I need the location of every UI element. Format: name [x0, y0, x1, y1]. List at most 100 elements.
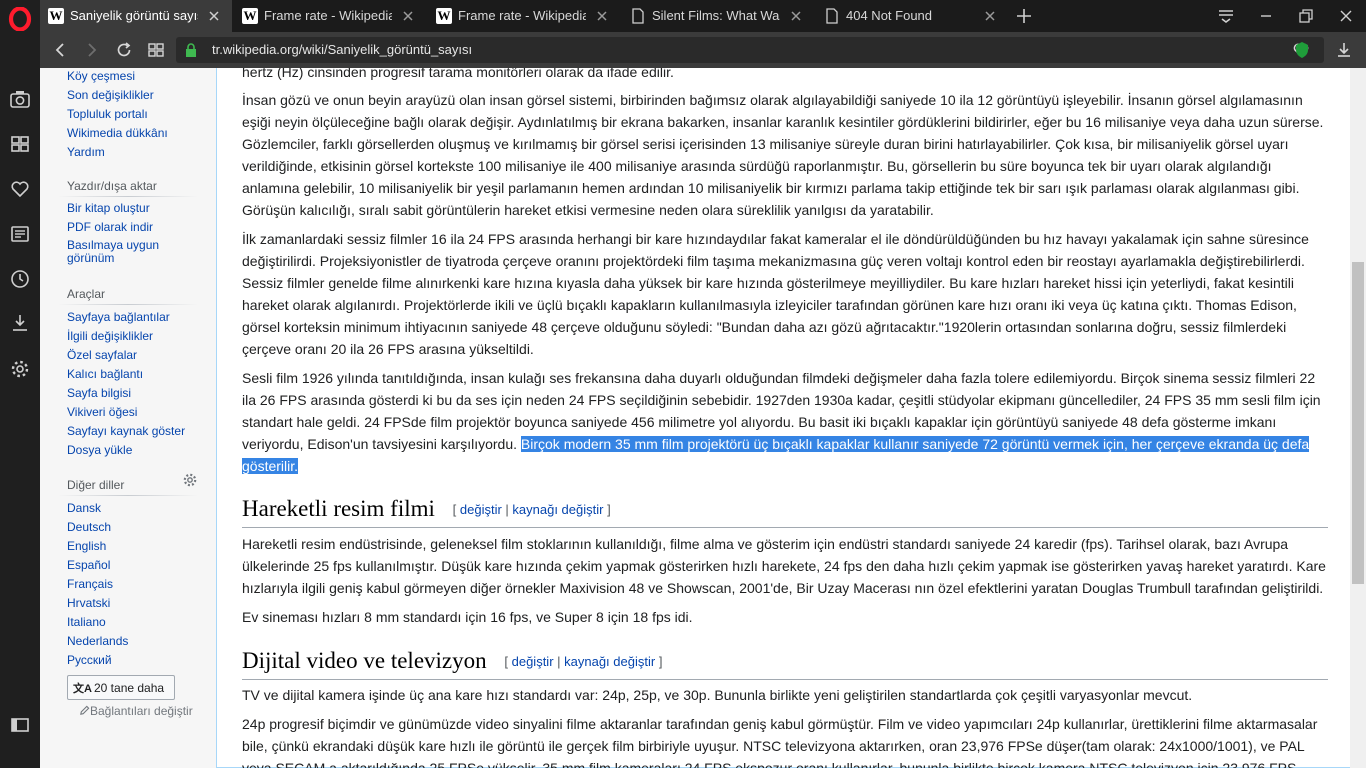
edit-link[interactable]: değiştir: [512, 654, 554, 669]
sidebar-link[interactable]: Son değişiklikler: [67, 88, 207, 107]
page-viewport: Köy çeşmesi Son değişiklikler Topluluk p…: [40, 68, 1366, 768]
opera-sidebar: [0, 0, 40, 768]
tab-404[interactable]: 404 Not Found: [816, 0, 1008, 32]
reload-icon[interactable]: [114, 40, 134, 60]
paragraph: 24p progresif biçimdir ve günümüzde vide…: [242, 716, 1318, 768]
document-favicon-icon: [632, 8, 644, 24]
language-link[interactable]: Italiano: [67, 615, 207, 634]
close-icon[interactable]: [594, 8, 610, 24]
sidebar-link[interactable]: PDF olarak indir: [67, 220, 187, 239]
downloads-icon[interactable]: [9, 312, 31, 334]
paragraph: TV ve dijital kamera işinde üç ana kare …: [242, 687, 1193, 703]
sidebar-link[interactable]: Wikimedia dükkânı: [67, 126, 207, 145]
history-clock-icon[interactable]: [9, 268, 31, 290]
minimize-icon[interactable]: [1256, 6, 1276, 26]
sidebar-link[interactable]: Sayfa bilgisi: [67, 386, 207, 405]
tabs-grid-icon[interactable]: [146, 40, 166, 60]
document-favicon-icon: [826, 8, 838, 24]
language-links: Dansk Deutsch English Español Français H…: [67, 501, 207, 672]
paragraph: İlk zamanlardaki sessiz filmler 16 ila 2…: [242, 231, 1309, 357]
tab-frame-rate-1[interactable]: W Frame rate - Wikipedia: [234, 0, 426, 32]
window-close-icon[interactable]: [1336, 6, 1356, 26]
close-icon[interactable]: [982, 8, 998, 24]
sidebar-link[interactable]: İlgili değişiklikler: [67, 329, 207, 348]
close-icon[interactable]: [788, 8, 804, 24]
divider: [58, 196, 198, 197]
language-link[interactable]: English: [67, 539, 207, 558]
address-toolbar: tr.wikipedia.org/wiki/Saniyelik_görüntü_…: [40, 32, 1366, 68]
sidebar-link[interactable]: Köy çeşmesi: [67, 69, 207, 88]
wikipedia-favicon-icon: W: [48, 8, 64, 24]
section-edit-links: [ değiştir | kaynağı değiştir ]: [504, 654, 663, 669]
language-link[interactable]: Dansk: [67, 501, 207, 520]
sidebar-link[interactable]: Dosya yükle: [67, 443, 207, 462]
address-bar[interactable]: tr.wikipedia.org/wiki/Saniyelik_görüntü_…: [176, 37, 1324, 63]
language-link[interactable]: Français: [67, 577, 207, 596]
more-languages-label: 20 tane daha: [94, 681, 165, 695]
sidebar-link[interactable]: Özel sayfalar: [67, 348, 207, 367]
print-heading: Yazdır/dışa aktar: [67, 179, 157, 193]
paragraph: hertz (Hz) cinsinden progresif tarama mo…: [242, 68, 674, 80]
tab-saniyelik[interactable]: W Saniyelik görüntü sayısı - Vikipedi: [40, 0, 232, 32]
page-scrollbar[interactable]: [1350, 68, 1366, 768]
language-link[interactable]: Español: [67, 558, 207, 577]
new-tab-plus-icon[interactable]: [1014, 6, 1034, 26]
sidebar-link[interactable]: Vikiveri öğesi: [67, 405, 207, 424]
back-icon[interactable]: [50, 40, 70, 60]
language-link[interactable]: Deutsch: [67, 520, 207, 539]
section-heading-film: Hareketli resim filmi [ değiştir | kayna…: [242, 494, 1328, 528]
edit-links[interactable]: Bağlantıları değiştir: [90, 704, 193, 718]
edit-source-link[interactable]: kaynağı değiştir: [564, 654, 655, 669]
sidebar-link[interactable]: Kalıcı bağlantı: [67, 367, 207, 386]
wikipedia-favicon-icon: W: [436, 8, 452, 24]
speed-dial-icon[interactable]: [9, 133, 31, 155]
forward-icon[interactable]: [82, 40, 102, 60]
edit-source-link[interactable]: kaynağı değiştir: [512, 502, 603, 517]
navigation-links: Köy çeşmesi Son değişiklikler Topluluk p…: [67, 69, 207, 164]
tab-title: Frame rate - Wikipedia: [458, 8, 586, 23]
tools-heading: Araçlar: [67, 287, 106, 301]
sidebar-link[interactable]: Basılmaya uygun görünüm: [67, 239, 187, 265]
news-icon[interactable]: [9, 223, 31, 245]
translate-icon: 文A: [73, 683, 92, 695]
heading-text: Dijital video ve televizyon: [242, 648, 487, 673]
wikipedia-favicon-icon: W: [242, 8, 258, 24]
sidebar-link[interactable]: Topluluk portalı: [67, 107, 207, 126]
language-link[interactable]: Nederlands: [67, 634, 207, 653]
close-icon[interactable]: [206, 8, 222, 24]
more-languages-button[interactable]: 文A 20 tane daha: [67, 675, 175, 700]
scrollbar-thumb[interactable]: [1352, 262, 1364, 584]
camera-icon[interactable]: [9, 88, 31, 110]
paragraph: Ev sineması hızları 8 mm standardı için …: [242, 609, 693, 625]
article-content: hertz (Hz) cinsinden progresif tarama mo…: [216, 68, 1350, 768]
tab-frame-rate-2[interactable]: W Frame rate - Wikipedia: [428, 0, 620, 32]
language-settings-gear-icon[interactable]: [182, 472, 198, 488]
close-icon[interactable]: [400, 8, 416, 24]
sidebar-link[interactable]: Yardım: [67, 145, 207, 164]
sidebar-link[interactable]: Sayfayı kaynak göster: [67, 424, 207, 443]
language-link[interactable]: Русский: [67, 653, 207, 672]
sidebar-toggle-icon[interactable]: [9, 714, 31, 736]
lock-icon[interactable]: [184, 42, 198, 58]
tab-silent-films[interactable]: Silent Films: What Was the Right Speed?: [622, 0, 814, 32]
settings-gear-icon[interactable]: [9, 358, 31, 380]
download-icon[interactable]: [1334, 40, 1354, 60]
paragraph: İnsan gözü ve onun beyin arayüzü olan in…: [242, 92, 1324, 218]
languages-heading: Diğer diller: [67, 478, 125, 492]
bookmarks-heart-icon[interactable]: [9, 178, 31, 200]
sidebar-link[interactable]: Bir kitap oluştur: [67, 201, 187, 220]
heading-text: Hareketli resim filmi: [242, 496, 435, 521]
paragraph: Hareketli resim endüstrisinde, gelenekse…: [242, 536, 1326, 596]
tab-menu-icon[interactable]: [1216, 6, 1236, 26]
edit-link[interactable]: değiştir: [460, 502, 502, 517]
print-links: Bir kitap oluştur PDF olarak indir Basıl…: [67, 201, 187, 265]
opera-logo-icon[interactable]: [8, 7, 32, 31]
restore-icon[interactable]: [1296, 6, 1316, 26]
pencil-icon: [80, 705, 90, 715]
language-link[interactable]: Hrvatski: [67, 596, 207, 615]
tab-title: Saniyelik görüntü sayısı - Vikipedi: [70, 8, 198, 23]
sidebar-link[interactable]: Sayfaya bağlantılar: [67, 310, 207, 329]
divider: [58, 304, 198, 305]
vpn-shield-icon[interactable]: [1292, 40, 1312, 60]
url-text: tr.wikipedia.org/wiki/Saniyelik_görüntü_…: [212, 42, 473, 57]
